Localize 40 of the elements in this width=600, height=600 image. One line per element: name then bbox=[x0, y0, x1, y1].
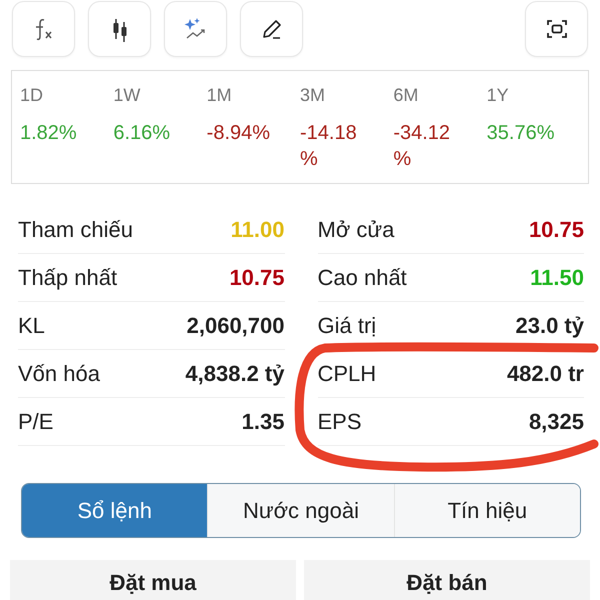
period-change: 1.82% bbox=[20, 121, 78, 146]
tab[interactable]: Tín hiệu bbox=[394, 484, 580, 537]
period-change: -34.12% bbox=[393, 121, 452, 172]
stat-label: Mở cửa bbox=[318, 216, 394, 242]
period-change: 6.16% bbox=[113, 121, 172, 146]
period-change: 35.76% bbox=[486, 121, 556, 146]
period-label: 1W bbox=[113, 85, 142, 106]
stat-value: 10.75 bbox=[229, 264, 284, 290]
stat-value: 482.0 tr bbox=[506, 360, 584, 386]
stat-label: EPS bbox=[318, 408, 362, 434]
stat-label: Vốn hóa bbox=[18, 360, 100, 386]
order-side-header: Đặt bán bbox=[304, 560, 590, 600]
draw-button[interactable] bbox=[240, 0, 303, 56]
period-label: 1M bbox=[206, 85, 233, 106]
screenshot-button[interactable] bbox=[525, 0, 588, 56]
stat-label: Cao nhất bbox=[318, 264, 407, 290]
stat-value: 2,060,700 bbox=[186, 312, 284, 338]
order-side-header: Đặt mua bbox=[10, 560, 296, 600]
stat-label: P/E bbox=[18, 408, 54, 434]
stat-value: 4,838.2 tỷ bbox=[185, 360, 284, 386]
period-change: -14.18% bbox=[300, 121, 358, 172]
tab[interactable]: Sổ lệnh bbox=[22, 484, 208, 537]
stat-value: 8,325 bbox=[528, 408, 584, 434]
period-label: 1Y bbox=[486, 85, 510, 106]
period-label: 3M bbox=[300, 85, 326, 106]
stat-value: 11.50 bbox=[530, 264, 584, 290]
period-change: -8.94% bbox=[206, 121, 272, 146]
stat-label: Giá trị bbox=[318, 312, 376, 338]
stat-label: Tham chiếu bbox=[18, 216, 133, 242]
stat-value: 10.75 bbox=[528, 216, 584, 242]
period-label: 1D bbox=[20, 85, 44, 106]
tab[interactable]: Nước ngoài bbox=[207, 484, 394, 537]
stat-label: Thấp nhất bbox=[18, 264, 118, 290]
stat-value: 23.0 tỷ bbox=[516, 312, 584, 338]
stat-label: KL bbox=[18, 312, 45, 338]
stat-value: 11.00 bbox=[230, 216, 284, 242]
period-label: 6M bbox=[393, 85, 420, 106]
stat-value: 1.35 bbox=[242, 408, 284, 434]
candlestick-button[interactable] bbox=[88, 0, 151, 56]
stat-label: CPLH bbox=[318, 360, 376, 386]
